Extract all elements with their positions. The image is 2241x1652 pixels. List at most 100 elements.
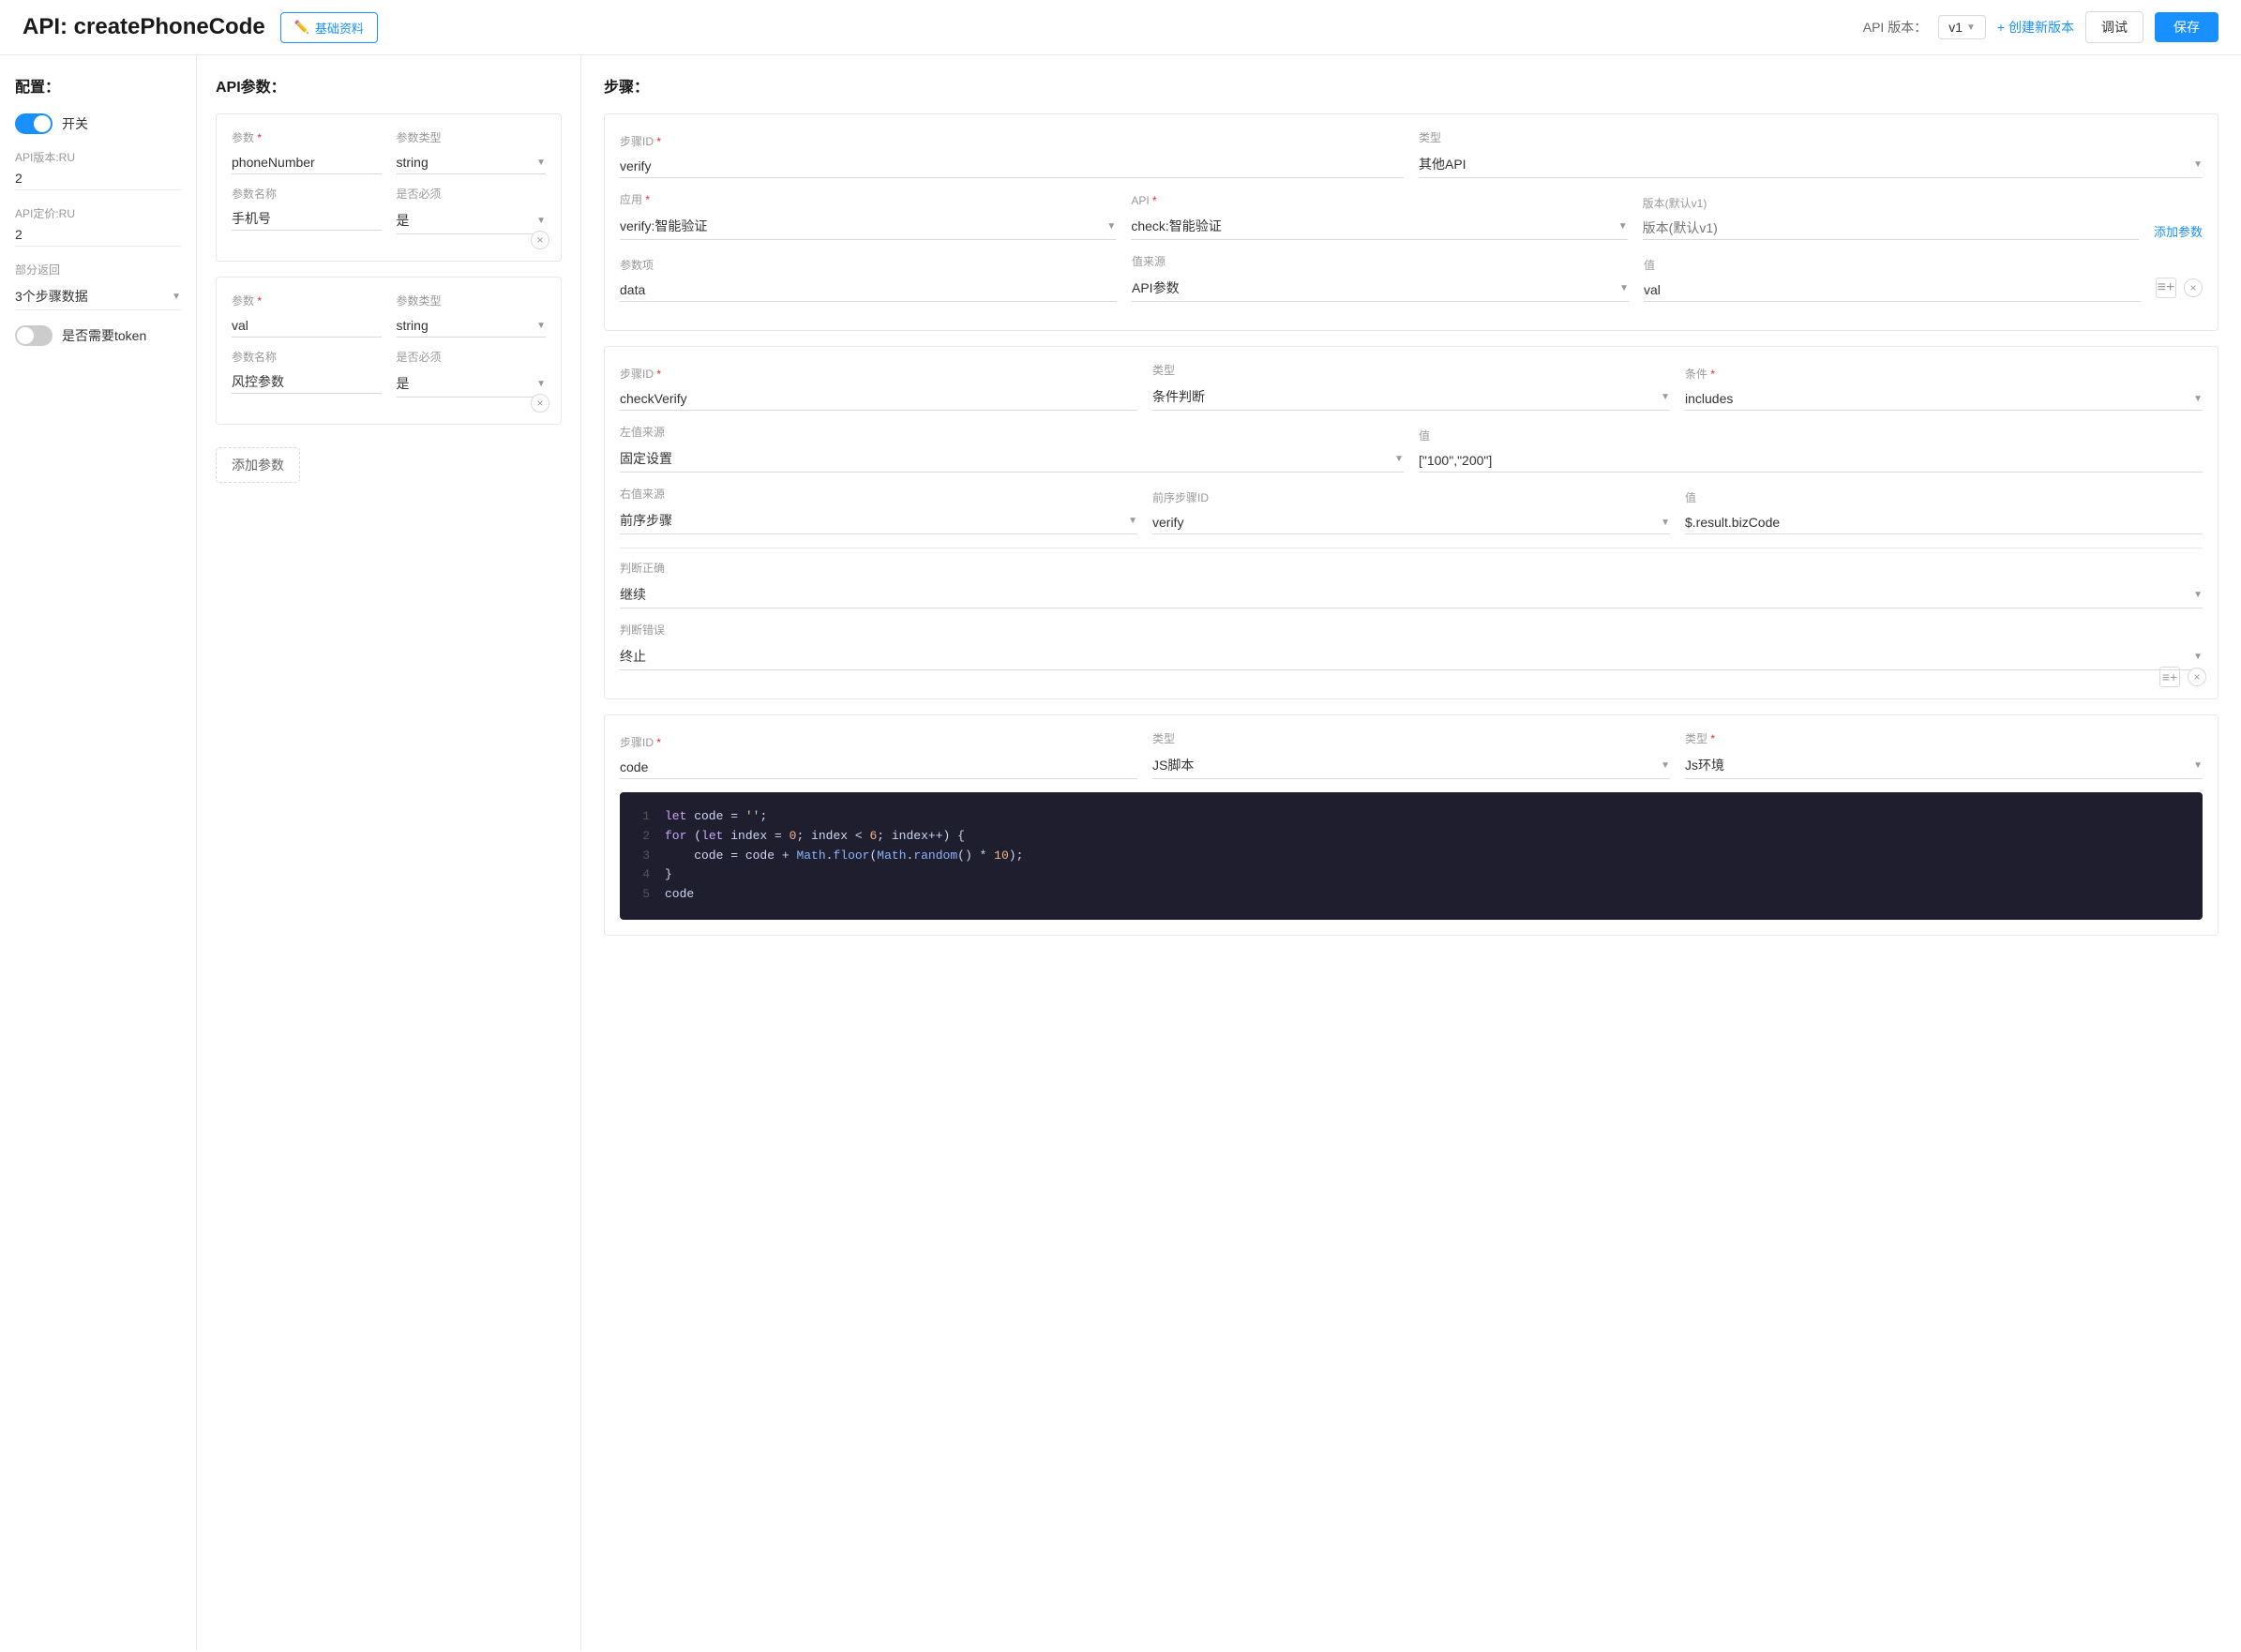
step2-left-source-select[interactable]: 固定设置 ▼ xyxy=(620,445,1404,473)
step3-type-select[interactable]: JS脚本 ▼ xyxy=(1152,752,1670,779)
step3-type2-select[interactable]: Js环境 ▼ xyxy=(1685,752,2203,779)
step1-param-input[interactable] xyxy=(620,278,1117,302)
chevron-down-icon: ▼ xyxy=(536,216,546,226)
chevron-down-icon: ▼ xyxy=(2193,652,2203,662)
switch-toggle[interactable] xyxy=(15,113,53,134)
step2-judge-err-row: 判断错误 终止 ▼ xyxy=(620,622,2203,670)
api-version-config-value: 2 xyxy=(15,171,181,190)
param2-close-button[interactable]: × xyxy=(531,394,549,413)
step2-prev-step-select[interactable]: verify ▼ xyxy=(1152,511,1670,534)
step2-left-source-field: 左值来源 固定设置 ▼ xyxy=(620,424,1404,473)
chevron-down-icon: ▼ xyxy=(172,292,181,302)
step1-value-field: 值 xyxy=(1644,257,2141,302)
param2-required-select[interactable]: 是 ▼ xyxy=(397,370,547,398)
main-layout: 配置： 开关 API版本:RU 2 API定价:RU 2 部分返回 3个步骤数据… xyxy=(0,55,2241,1651)
steps-panel: 步骤： 步骤ID * 类型 其他API ▼ xyxy=(581,55,2241,1651)
param1-name-input[interactable] xyxy=(232,151,382,174)
step1-app-select[interactable]: verify:智能验证 ▼ xyxy=(620,213,1116,240)
step1-api-select[interactable]: check:智能验证 ▼ xyxy=(1131,213,1627,240)
step2-judge-err-select[interactable]: 终止 ▼ xyxy=(620,643,2203,670)
param2-row-2: 参数名称 是否必须 是 ▼ xyxy=(232,349,546,398)
param2-type-select[interactable]: string ▼ xyxy=(397,314,547,338)
step2-type-select[interactable]: 条件判断 ▼ xyxy=(1152,383,1670,411)
param-row-2: 参数名称 是否必须 是 ▼ xyxy=(232,186,546,234)
param1-required-select[interactable]: 是 ▼ xyxy=(397,207,547,234)
step2-id-input[interactable] xyxy=(620,387,1137,411)
param2-display-name-input[interactable] xyxy=(232,370,382,394)
param1-display-name-field: 参数名称 xyxy=(232,186,382,234)
code-line-5: 5 code xyxy=(635,885,2188,905)
token-label: 是否需要token xyxy=(62,326,146,345)
step2-judge-ok-select[interactable]: 继续 ▼ xyxy=(620,581,2203,608)
step1-version-input[interactable] xyxy=(1643,217,2139,240)
toggle-label: 开关 xyxy=(62,114,88,133)
step-card-1: 步骤ID * 类型 其他API ▼ 应用 * xyxy=(604,113,2218,331)
step2-right-value-input[interactable] xyxy=(1685,511,2203,534)
step3-id-field: 步骤ID * xyxy=(620,734,1137,779)
toggle-off-circle xyxy=(17,327,34,344)
step1-id-input[interactable] xyxy=(620,155,1404,178)
step3-id-input[interactable] xyxy=(620,756,1137,779)
chevron-down-icon: ▼ xyxy=(1966,23,1976,33)
param2-name-input[interactable] xyxy=(232,314,382,338)
step2-judge-ok-row: 判断正确 继续 ▼ xyxy=(620,560,2203,608)
api-version-config-label: API版本:RU xyxy=(15,149,181,165)
step2-condition-select[interactable]: includes ▼ xyxy=(1685,387,2203,411)
step1-app-field: 应用 * verify:智能验证 ▼ xyxy=(620,191,1116,240)
step2-right-source-field: 右值来源 前序步骤 ▼ xyxy=(620,486,1137,534)
param2-display-name-label: 参数名称 xyxy=(232,349,382,365)
param1-display-name-label: 参数名称 xyxy=(232,186,382,202)
partial-return-config: 部分返回 3个步骤数据 ▼ xyxy=(15,262,181,310)
step1-value-input[interactable] xyxy=(1644,278,2141,302)
step2-prev-step-field: 前序步骤ID verify ▼ xyxy=(1152,489,1670,534)
step2-actions: ≡+ × xyxy=(2159,667,2206,687)
step2-type-field: 类型 条件判断 ▼ xyxy=(1152,362,1670,411)
param-card-2: 参数 * 参数类型 string ▼ 参数名称 xyxy=(216,277,562,425)
step1-param-item-field: 参数项 xyxy=(620,257,1117,302)
save-button[interactable]: 保存 xyxy=(2155,12,2218,42)
code-line-3: 3 code = code + Math.floor(Math.random()… xyxy=(635,847,2188,866)
param2-display-name-field: 参数名称 xyxy=(232,349,382,398)
step2-add-icon[interactable]: ≡+ xyxy=(2159,667,2180,687)
partial-return-select[interactable]: 3个步骤数据 ▼ xyxy=(15,283,181,310)
code-line-2: 2 for (let index = 0; index < 6; index++… xyxy=(635,827,2188,847)
step-card-2: 步骤ID * 类型 条件判断 ▼ 条件 * include xyxy=(604,346,2218,699)
code-editor[interactable]: 1 let code = ''; 2 for (let index = 0; i… xyxy=(620,792,2203,920)
step2-value-input[interactable] xyxy=(1419,449,2203,473)
step1-param-close-button[interactable]: × xyxy=(2184,278,2203,297)
debug-button[interactable]: 调试 xyxy=(2085,11,2143,43)
step1-api-field: API * check:智能验证 ▼ xyxy=(1131,194,1627,240)
step1-source-field: 值来源 API参数 ▼ xyxy=(1132,253,1629,302)
token-toggle[interactable] xyxy=(15,325,53,346)
code-line-4: 4 } xyxy=(635,865,2188,885)
chevron-down-icon: ▼ xyxy=(1618,221,1628,232)
step2-close-button[interactable]: × xyxy=(2188,668,2206,686)
api-version-config: API版本:RU 2 xyxy=(15,149,181,190)
create-version-button[interactable]: + 创建新版本 xyxy=(1997,18,2074,37)
step2-right-source-select[interactable]: 前序步骤 ▼ xyxy=(620,507,1137,534)
step3-type2-field: 类型 * Js环境 ▼ xyxy=(1685,730,2203,779)
header: API: createPhoneCode ✏️ 基础资料 API 版本： v1 … xyxy=(0,0,2241,55)
param1-close-button[interactable]: × xyxy=(531,231,549,249)
chevron-down-icon: ▼ xyxy=(1106,221,1116,232)
version-select[interactable]: v1 ▼ xyxy=(1938,15,1986,39)
chevron-down-icon: ▼ xyxy=(2193,159,2203,170)
params-panel: API参数： 参数 * 参数类型 string ▼ xyxy=(197,55,581,1651)
chevron-down-icon: ▼ xyxy=(536,321,546,331)
step2-id-field: 步骤ID * xyxy=(620,366,1137,411)
chevron-down-icon: ▼ xyxy=(2193,590,2203,600)
token-row: 是否需要token xyxy=(15,325,181,346)
param1-type-select[interactable]: string ▼ xyxy=(397,151,547,174)
step1-add-param-link[interactable]: 添加参数 xyxy=(2154,222,2203,240)
basic-info-button[interactable]: ✏️ 基础资料 xyxy=(280,12,378,43)
param2-required-label: 是否必须 xyxy=(397,349,547,365)
add-param-button[interactable]: 添加参数 xyxy=(216,447,300,483)
step3-row-1: 步骤ID * 类型 JS脚本 ▼ 类型 * Js环境 xyxy=(620,730,2203,779)
step1-type-select[interactable]: 其他API ▼ xyxy=(1419,151,2203,178)
step1-source-select[interactable]: API参数 ▼ xyxy=(1132,275,1629,302)
steps-section-title: 步骤： xyxy=(604,74,2218,97)
step1-add-row-icon[interactable]: ≡+ xyxy=(2156,278,2176,298)
chevron-down-icon: ▼ xyxy=(1394,454,1404,464)
step1-type-field: 类型 其他API ▼ xyxy=(1419,129,2203,178)
param1-display-name-input[interactable] xyxy=(232,207,382,231)
